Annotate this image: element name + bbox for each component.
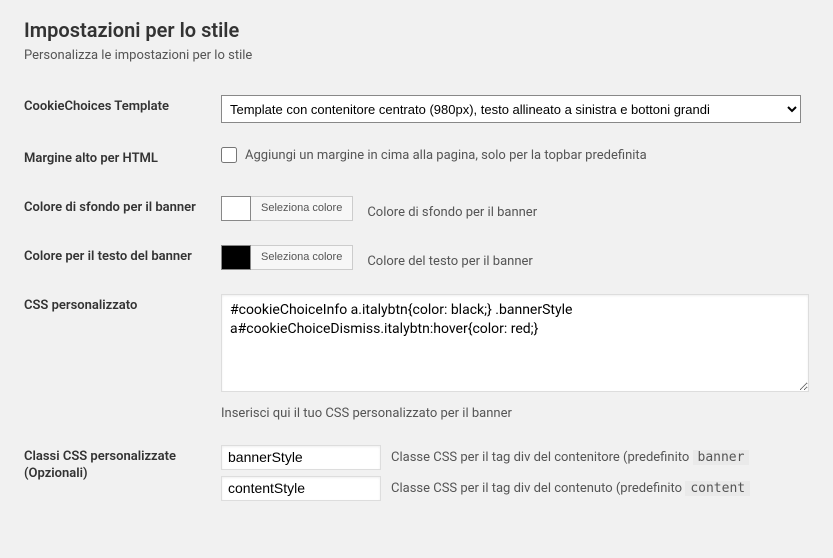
section-subtitle: Personalizza le impostazioni per lo stil… [24,48,809,63]
template-label: CookieChoices Template [24,83,221,135]
banner-class-input[interactable] [221,445,381,470]
custom-css-help: Inserisci qui il tuo CSS personalizzato … [221,406,809,421]
text-color-label: Colore per il testo del banner [24,233,221,282]
text-color-select-button[interactable]: Seleziona colore [251,245,353,270]
content-class-desc-text: Classe CSS per il tag div del contenuto … [391,481,685,496]
template-select[interactable]: Template con contenitore centrato (980px… [221,95,801,123]
margin-checkbox-label: Aggiungi un margine in cima alla pagina,… [245,148,647,163]
custom-css-label: CSS personalizzato [24,282,221,433]
bg-color-swatch[interactable] [221,196,251,221]
margin-checkbox[interactable] [221,147,237,163]
banner-class-desc: Classe CSS per il tag div del contenitor… [391,450,749,465]
section-title: Impostazioni per lo stile [24,18,809,42]
margin-label: Margine alto per HTML [24,135,221,184]
custom-css-textarea[interactable] [221,294,809,392]
content-class-code: content [685,481,750,496]
text-color-description: Colore del testo per il banner [367,246,532,269]
banner-class-code: banner [693,450,750,465]
bg-color-label: Colore di sfondo per il banner [24,184,221,233]
bg-color-description: Colore di sfondo per il banner [367,197,537,220]
settings-form: CookieChoices Template Template con cont… [24,83,809,519]
bg-color-select-button[interactable]: Seleziona colore [251,196,353,221]
banner-class-desc-text: Classe CSS per il tag div del contenitor… [391,450,693,465]
content-class-desc: Classe CSS per il tag div del contenuto … [391,481,750,496]
content-class-input[interactable] [221,476,381,501]
text-color-swatch[interactable] [221,245,251,270]
classes-label: Classi CSS personalizzate (Opzionali) [24,433,221,519]
